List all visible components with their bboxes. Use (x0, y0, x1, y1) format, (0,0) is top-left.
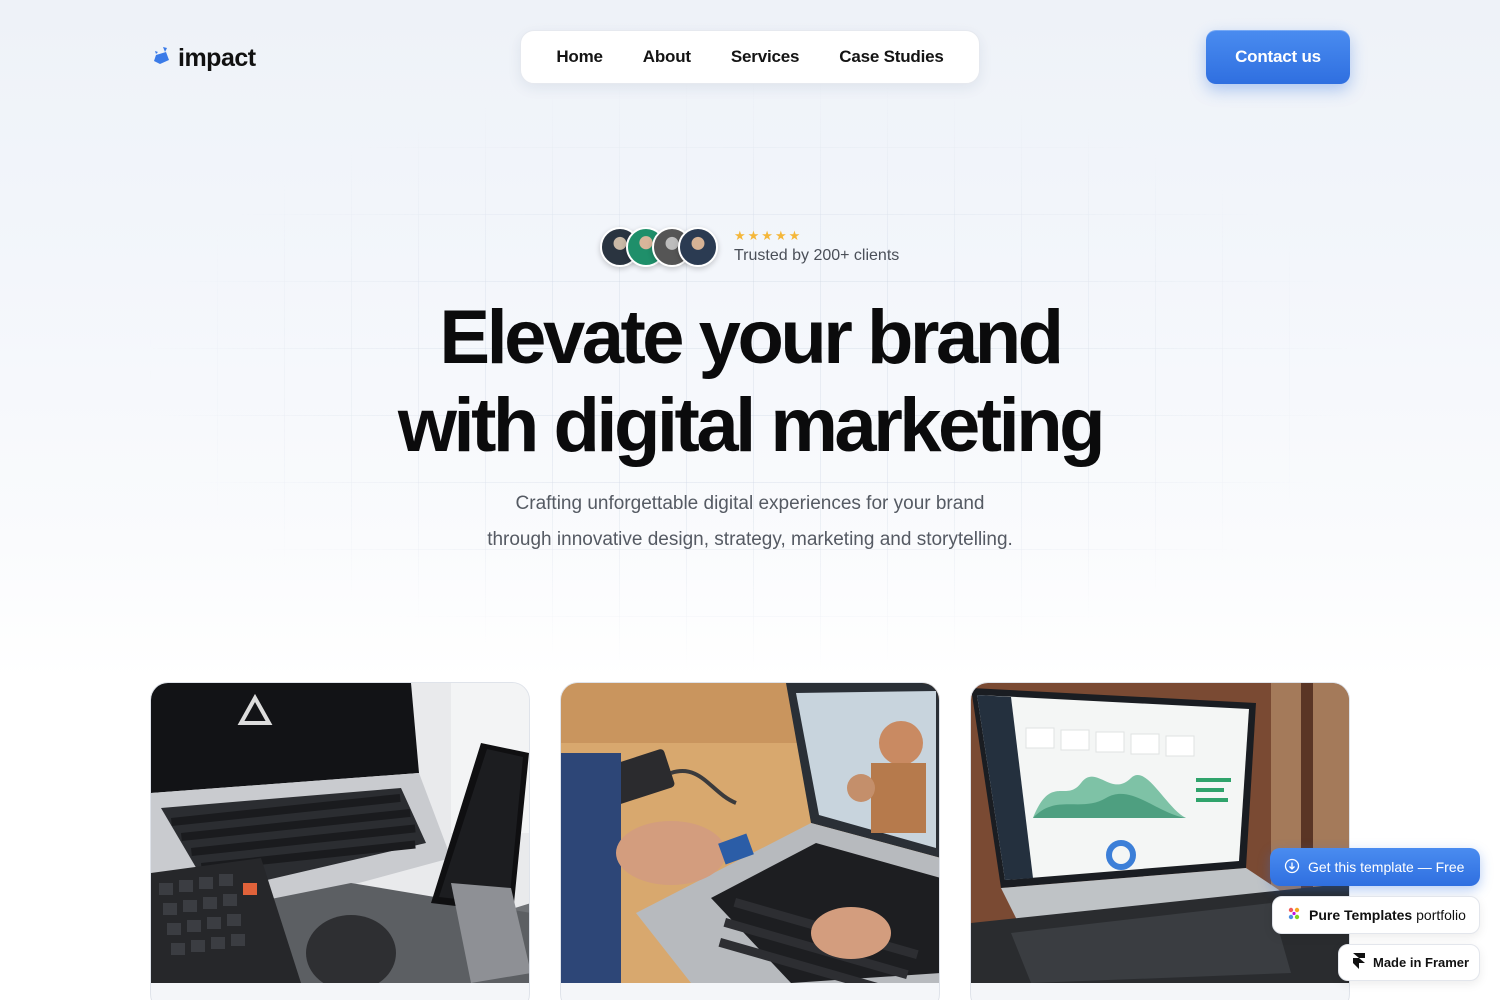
trust-label: Trusted by 200+ clients (734, 247, 900, 264)
image-card-1[interactable] (150, 682, 530, 1000)
main-nav: Home About Services Case Studies (520, 30, 980, 84)
get-template-button[interactable]: Get this template — Free (1270, 848, 1480, 886)
get-template-label: Get this template — Free (1308, 859, 1465, 875)
brand-name: impact (178, 43, 256, 72)
rating-stars-icon: ★★★★★ (734, 228, 803, 243)
nav-item-services[interactable]: Services (711, 47, 819, 67)
hero-subtext: Crafting unforgettable digital experienc… (0, 486, 1500, 558)
image-card-3[interactable] (970, 682, 1350, 1000)
made-in-framer-label: Made in Framer (1373, 955, 1470, 970)
pure-templates-logo-icon (1287, 907, 1301, 924)
download-icon (1284, 858, 1300, 877)
pure-templates-rest-text: portfolio (1412, 907, 1466, 923)
pure-templates-label: Pure Templates portfolio (1309, 907, 1466, 923)
headline-line-2: with digital marketing (397, 383, 1106, 468)
trust-badge: ★★★★★ Trusted by 200+ clients (600, 226, 899, 268)
framer-logo-icon (1353, 953, 1365, 972)
person-inserting-sd-card-laptop-photo (561, 683, 939, 983)
avatar (678, 227, 718, 267)
logo-mark-icon (152, 46, 174, 70)
pure-templates-portfolio-link[interactable]: Pure Templates portfolio (1272, 896, 1480, 934)
nav-item-case-studies[interactable]: Case Studies (819, 47, 963, 67)
contact-us-button[interactable]: Contact us (1206, 30, 1350, 84)
nav-item-about[interactable]: About (623, 47, 711, 67)
laptop-analytics-dashboard-photo (971, 683, 1349, 983)
client-avatars (600, 227, 718, 267)
brand-logo[interactable]: impact (152, 42, 256, 74)
hero-headline: Elevate your brand with digital marketin… (0, 294, 1500, 470)
nav-item-home[interactable]: Home (536, 47, 622, 67)
subtext-line-1: Crafting unforgettable digital experienc… (515, 493, 985, 514)
subtext-line-2: through innovative design, strategy, mar… (487, 529, 1013, 550)
trust-text-group: ★★★★★ Trusted by 200+ clients (734, 229, 899, 265)
image-card-2[interactable] (560, 682, 940, 1000)
made-in-framer-badge[interactable]: Made in Framer (1338, 944, 1480, 981)
pure-templates-bold-text: Pure Templates (1309, 907, 1413, 923)
laptop-with-phone-stand-photo (151, 683, 529, 983)
headline-line-1: Elevate your brand (439, 295, 1064, 380)
